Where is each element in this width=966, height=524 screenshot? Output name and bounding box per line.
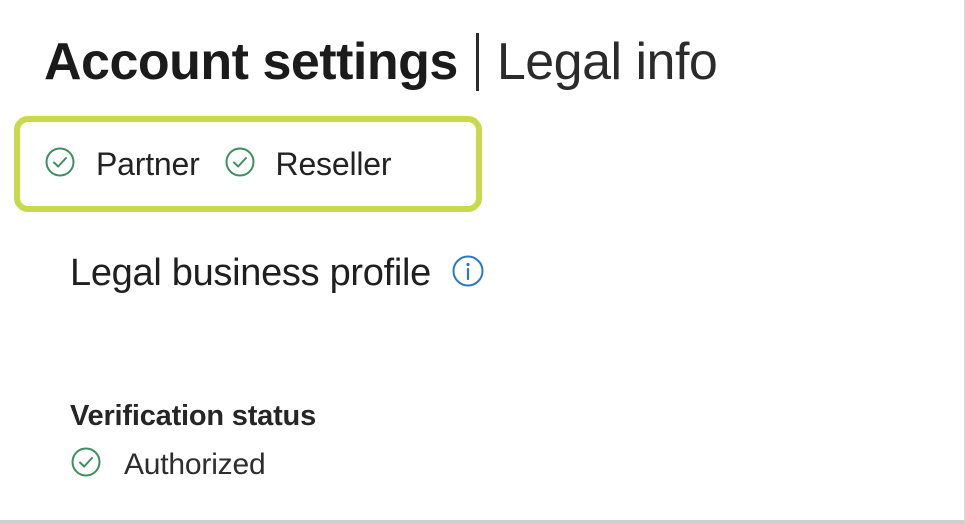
legal-info-page: Account settings Legal info Partner Rese…: [0, 0, 966, 524]
badge-reseller: Reseller: [224, 146, 392, 183]
page-title-main: Account settings: [44, 33, 458, 91]
check-circle-icon: [44, 146, 76, 183]
check-circle-icon: [224, 146, 256, 183]
check-circle-icon: [70, 446, 102, 483]
verification-status-text: Authorized: [124, 447, 266, 481]
program-badges: Partner Reseller: [14, 116, 482, 212]
page-title: Account settings Legal info: [44, 28, 718, 96]
verification-status-value: Authorized: [70, 446, 266, 483]
badge-label-reseller: Reseller: [275, 145, 392, 182]
info-icon[interactable]: [431, 254, 485, 293]
badge-partner: Partner: [44, 146, 200, 183]
title-separator: [475, 33, 479, 91]
section-title: Legal business profile: [70, 252, 431, 294]
page-title-subtitle: Legal info: [496, 33, 718, 91]
badge-label-partner: Partner: [96, 145, 200, 182]
verification-status-label: Verification status: [70, 400, 316, 432]
legal-business-profile-heading: Legal business profile: [70, 252, 485, 295]
